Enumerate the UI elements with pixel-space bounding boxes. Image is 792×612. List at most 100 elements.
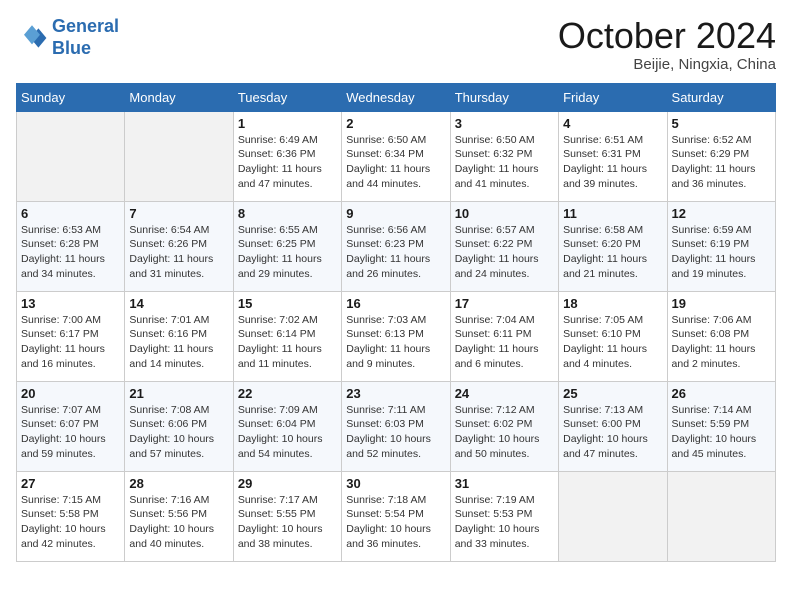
weekday-header: Wednesday <box>342 83 450 111</box>
day-number: 18 <box>563 296 662 311</box>
day-number: 14 <box>129 296 228 311</box>
day-number: 6 <box>21 206 120 221</box>
day-info: Sunrise: 6:55 AM Sunset: 6:25 PM Dayligh… <box>238 223 337 282</box>
day-number: 9 <box>346 206 445 221</box>
calendar-cell: 30 Sunrise: 7:18 AM Sunset: 5:54 PM Dayli… <box>342 471 450 561</box>
day-number: 1 <box>238 116 337 131</box>
logo-line2: Blue <box>52 38 91 58</box>
calendar-cell: 8 Sunrise: 6:55 AM Sunset: 6:25 PM Daylig… <box>233 201 341 291</box>
day-number: 19 <box>672 296 771 311</box>
day-number: 16 <box>346 296 445 311</box>
calendar-week-row: 27Sunrise: 7:15 AM Sunset: 5:58 PM Dayli… <box>17 471 776 561</box>
day-number: 4 <box>563 116 662 131</box>
day-number: 8 <box>238 206 337 221</box>
calendar-cell: 28 Sunrise: 7:16 AM Sunset: 5:56 PM Dayli… <box>125 471 233 561</box>
calendar-cell <box>667 471 775 561</box>
weekday-header: Monday <box>125 83 233 111</box>
day-info: Sunrise: 7:17 AM Sunset: 5:55 PM Dayligh… <box>238 493 337 552</box>
day-number: 26 <box>672 386 771 401</box>
day-info: Sunrise: 7:02 AM Sunset: 6:14 PM Dayligh… <box>238 313 337 372</box>
day-number: 7 <box>129 206 228 221</box>
day-info: Sunrise: 7:00 AM Sunset: 6:17 PM Dayligh… <box>21 313 120 372</box>
weekday-header: Sunday <box>17 83 125 111</box>
calendar-cell: 27Sunrise: 7:15 AM Sunset: 5:58 PM Dayli… <box>17 471 125 561</box>
calendar-cell: 22 Sunrise: 7:09 AM Sunset: 6:04 PM Dayli… <box>233 381 341 471</box>
calendar-week-row: 1 Sunrise: 6:49 AM Sunset: 6:36 PM Daylig… <box>17 111 776 201</box>
calendar-cell <box>17 111 125 201</box>
calendar-cell: 13 Sunrise: 7:00 AM Sunset: 6:17 PM Dayli… <box>17 291 125 381</box>
calendar-cell: 4 Sunrise: 6:51 AM Sunset: 6:31 PM Daylig… <box>559 111 667 201</box>
day-info: Sunrise: 7:05 AM Sunset: 6:10 PM Dayligh… <box>563 313 662 372</box>
day-info: Sunrise: 7:18 AM Sunset: 5:54 PM Dayligh… <box>346 493 445 552</box>
calendar-cell: 2Sunrise: 6:50 AM Sunset: 6:34 PM Daylig… <box>342 111 450 201</box>
calendar-cell <box>559 471 667 561</box>
calendar-body: 1 Sunrise: 6:49 AM Sunset: 6:36 PM Daylig… <box>17 111 776 561</box>
calendar-week-row: 6 Sunrise: 6:53 AM Sunset: 6:28 PM Daylig… <box>17 201 776 291</box>
day-number: 31 <box>455 476 554 491</box>
location: Beijie, Ningxia, China <box>558 56 776 73</box>
day-info: Sunrise: 6:51 AM Sunset: 6:31 PM Dayligh… <box>563 133 662 192</box>
calendar-cell: 12Sunrise: 6:59 AM Sunset: 6:19 PM Dayli… <box>667 201 775 291</box>
day-info: Sunrise: 7:07 AM Sunset: 6:07 PM Dayligh… <box>21 403 120 462</box>
day-number: 25 <box>563 386 662 401</box>
page-header: General Blue October 2024 Beijie, Ningxi… <box>16 16 776 73</box>
day-number: 28 <box>129 476 228 491</box>
calendar-cell: 21Sunrise: 7:08 AM Sunset: 6:06 PM Dayli… <box>125 381 233 471</box>
day-info: Sunrise: 7:11 AM Sunset: 6:03 PM Dayligh… <box>346 403 445 462</box>
day-info: Sunrise: 6:53 AM Sunset: 6:28 PM Dayligh… <box>21 223 120 282</box>
calendar-header: SundayMondayTuesdayWednesdayThursdayFrid… <box>17 83 776 111</box>
calendar-cell <box>125 111 233 201</box>
title-block: October 2024 Beijie, Ningxia, China <box>558 16 776 73</box>
logo-line1: General <box>52 16 119 36</box>
day-info: Sunrise: 7:16 AM Sunset: 5:56 PM Dayligh… <box>129 493 228 552</box>
day-number: 13 <box>21 296 120 311</box>
day-number: 2 <box>346 116 445 131</box>
day-info: Sunrise: 7:03 AM Sunset: 6:13 PM Dayligh… <box>346 313 445 372</box>
day-number: 12 <box>672 206 771 221</box>
weekday-header: Tuesday <box>233 83 341 111</box>
calendar-week-row: 13 Sunrise: 7:00 AM Sunset: 6:17 PM Dayli… <box>17 291 776 381</box>
day-number: 22 <box>238 386 337 401</box>
calendar-cell: 24Sunrise: 7:12 AM Sunset: 6:02 PM Dayli… <box>450 381 558 471</box>
day-info: Sunrise: 7:19 AM Sunset: 5:53 PM Dayligh… <box>455 493 554 552</box>
day-number: 15 <box>238 296 337 311</box>
day-number: 11 <box>563 206 662 221</box>
logo: General Blue <box>16 16 119 59</box>
day-number: 30 <box>346 476 445 491</box>
calendar-cell: 26 Sunrise: 7:14 AM Sunset: 5:59 PM Dayli… <box>667 381 775 471</box>
calendar-cell: 1 Sunrise: 6:49 AM Sunset: 6:36 PM Daylig… <box>233 111 341 201</box>
calendar-cell: 25 Sunrise: 7:13 AM Sunset: 6:00 PM Dayli… <box>559 381 667 471</box>
day-info: Sunrise: 7:14 AM Sunset: 5:59 PM Dayligh… <box>672 403 771 462</box>
calendar-cell: 31 Sunrise: 7:19 AM Sunset: 5:53 PM Dayli… <box>450 471 558 561</box>
day-info: Sunrise: 7:06 AM Sunset: 6:08 PM Dayligh… <box>672 313 771 372</box>
day-info: Sunrise: 7:09 AM Sunset: 6:04 PM Dayligh… <box>238 403 337 462</box>
weekday-header-row: SundayMondayTuesdayWednesdayThursdayFrid… <box>17 83 776 111</box>
calendar-cell: 14Sunrise: 7:01 AM Sunset: 6:16 PM Dayli… <box>125 291 233 381</box>
day-number: 29 <box>238 476 337 491</box>
day-info: Sunrise: 6:58 AM Sunset: 6:20 PM Dayligh… <box>563 223 662 282</box>
calendar-cell: 11 Sunrise: 6:58 AM Sunset: 6:20 PM Dayli… <box>559 201 667 291</box>
month-title: October 2024 <box>558 16 776 56</box>
day-info: Sunrise: 7:08 AM Sunset: 6:06 PM Dayligh… <box>129 403 228 462</box>
calendar-cell: 15 Sunrise: 7:02 AM Sunset: 6:14 PM Dayli… <box>233 291 341 381</box>
calendar-cell: 18 Sunrise: 7:05 AM Sunset: 6:10 PM Dayli… <box>559 291 667 381</box>
calendar-cell: 7 Sunrise: 6:54 AM Sunset: 6:26 PM Daylig… <box>125 201 233 291</box>
day-info: Sunrise: 6:54 AM Sunset: 6:26 PM Dayligh… <box>129 223 228 282</box>
calendar-cell: 17 Sunrise: 7:04 AM Sunset: 6:11 PM Dayli… <box>450 291 558 381</box>
calendar-table: SundayMondayTuesdayWednesdayThursdayFrid… <box>16 83 776 562</box>
weekday-header: Friday <box>559 83 667 111</box>
day-info: Sunrise: 7:12 AM Sunset: 6:02 PM Dayligh… <box>455 403 554 462</box>
calendar-cell: 20Sunrise: 7:07 AM Sunset: 6:07 PM Dayli… <box>17 381 125 471</box>
day-info: Sunrise: 7:13 AM Sunset: 6:00 PM Dayligh… <box>563 403 662 462</box>
weekday-header: Thursday <box>450 83 558 111</box>
calendar-cell: 19 Sunrise: 7:06 AM Sunset: 6:08 PM Dayli… <box>667 291 775 381</box>
calendar-week-row: 20Sunrise: 7:07 AM Sunset: 6:07 PM Dayli… <box>17 381 776 471</box>
day-info: Sunrise: 7:04 AM Sunset: 6:11 PM Dayligh… <box>455 313 554 372</box>
calendar-cell: 9Sunrise: 6:56 AM Sunset: 6:23 PM Daylig… <box>342 201 450 291</box>
logo-icon <box>16 22 48 54</box>
day-number: 10 <box>455 206 554 221</box>
day-number: 3 <box>455 116 554 131</box>
day-info: Sunrise: 6:57 AM Sunset: 6:22 PM Dayligh… <box>455 223 554 282</box>
day-info: Sunrise: 6:49 AM Sunset: 6:36 PM Dayligh… <box>238 133 337 192</box>
day-number: 17 <box>455 296 554 311</box>
